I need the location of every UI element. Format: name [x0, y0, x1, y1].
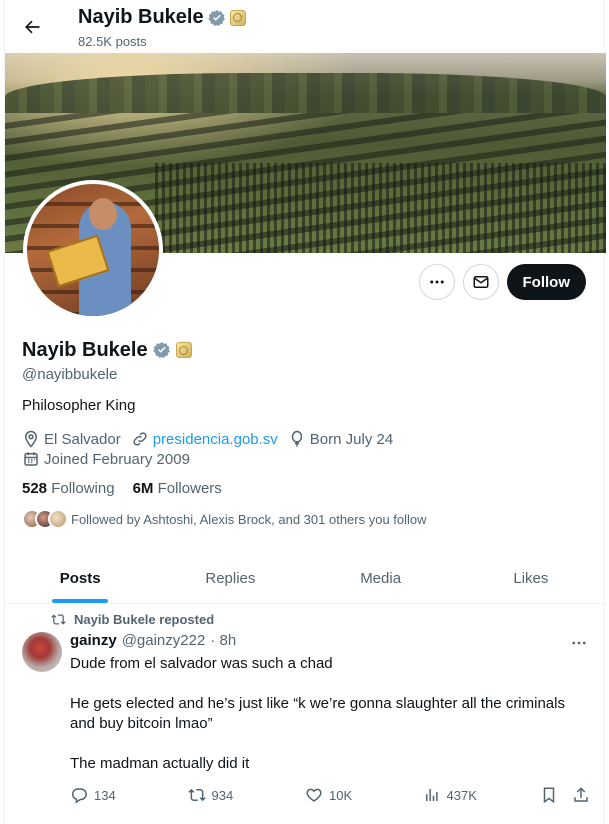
post-text-line: He gets elected and he’s just like “k we… [70, 695, 565, 732]
link-icon [133, 432, 147, 446]
post-header: gainzy @gainzy222 · 8h [70, 632, 236, 649]
reply-button[interactable]: 134 [70, 786, 188, 804]
more-button[interactable] [418, 264, 455, 300]
repost-label[interactable]: Nayib Bukele reposted [74, 612, 214, 627]
location-text: El Salvador [44, 430, 121, 448]
follow-counts: 528 Following 6M Followers [22, 480, 592, 497]
profile-info: Nayib Bukele @nayibbukele Philosopher Ki… [22, 336, 592, 529]
repost-count: 934 [211, 787, 234, 803]
post[interactable]: Nayib Bukele reposted gainzy @gainzy222 … [5, 604, 606, 824]
profile-tabs: Posts Replies Media Likes [5, 554, 606, 604]
post-text: Dude from el salvador was such a chad He… [70, 654, 590, 794]
post-author-handle[interactable]: @gainzy222 [122, 632, 206, 649]
website[interactable]: presidencia.gob.sv [131, 430, 278, 448]
post-time[interactable]: · 8h [210, 632, 236, 649]
follower-avatars [22, 509, 68, 529]
government-badge-icon[interactable] [175, 342, 192, 358]
profile-name-row: Nayib Bukele [22, 336, 592, 364]
profile-page: Nayib Bukele 82.5K posts Follow Nayib Bu… [4, 0, 606, 824]
analytics-icon [425, 789, 438, 801]
bookmark-icon[interactable] [540, 786, 558, 804]
verified-badge-icon[interactable] [152, 341, 171, 359]
back-button[interactable] [17, 12, 47, 42]
followed-by[interactable]: Followed by Ashtoshi, Alexis Brock, and … [22, 509, 592, 529]
tab-likes[interactable]: Likes [456, 554, 606, 603]
views-button[interactable]: 437K [423, 786, 541, 804]
birthday-text: Born July 24 [309, 430, 394, 448]
more-dots-icon [572, 641, 586, 645]
posts-count: 82.5K posts [78, 34, 147, 49]
calendar-icon [24, 452, 38, 466]
following-count: 528 [22, 480, 48, 497]
post-text-line: Dude from el salvador was such a chad [70, 655, 333, 672]
post-actions: 134 934 10K 437K [70, 786, 590, 804]
reply-icon [71, 788, 87, 804]
repost-indicator: Nayib Bukele reposted [51, 612, 214, 627]
header-title: Nayib Bukele [78, 6, 246, 29]
post-author-name[interactable]: gainzy [70, 632, 117, 649]
more-dots-icon [429, 280, 444, 284]
government-badge-icon [229, 9, 246, 26]
header-name: Nayib Bukele [78, 6, 204, 28]
view-count: 437K [446, 787, 477, 803]
follower-avatar [48, 509, 68, 529]
share-icon[interactable] [572, 786, 590, 804]
birthday: Born July 24 [288, 430, 393, 448]
back-arrow-icon [25, 20, 40, 34]
top-bar: Nayib Bukele 82.5K posts [5, 0, 606, 53]
balloon-icon [291, 430, 303, 447]
repost-icon [51, 614, 66, 625]
followed-by-text: Followed by Ashtoshi, Alexis Brock, and … [71, 511, 427, 527]
heart-icon [306, 788, 322, 802]
profile-handle: @nayibbukele [22, 366, 118, 383]
message-button[interactable] [462, 264, 499, 300]
like-button[interactable]: 10K [305, 786, 423, 804]
post-author-avatar[interactable] [22, 632, 62, 672]
tab-posts[interactable]: Posts [5, 554, 155, 603]
profile-name: Nayib Bukele [22, 338, 148, 361]
joined-text: Joined February 2009 [44, 450, 190, 468]
verified-badge-icon [207, 9, 225, 26]
following-label: Following [51, 480, 115, 497]
joined: Joined February 2009 [22, 450, 190, 468]
reply-count: 134 [94, 787, 116, 803]
profile-bio: Philosopher King [22, 397, 136, 414]
followers-count: 6M [132, 480, 154, 497]
location-pin-icon [24, 430, 38, 448]
website-link[interactable]: presidencia.gob.sv [153, 431, 278, 448]
profile-avatar[interactable] [23, 180, 163, 320]
followers-label: Followers [157, 480, 222, 497]
repost-button[interactable]: 934 [187, 786, 306, 804]
tab-media[interactable]: Media [306, 554, 456, 603]
location: El Salvador [22, 430, 121, 448]
follow-button[interactable]: Follow [506, 264, 586, 300]
envelope-icon [473, 276, 488, 288]
profile-actions: Follow [418, 264, 586, 300]
tab-replies[interactable]: Replies [155, 554, 305, 603]
following-link[interactable]: 528 Following [22, 480, 115, 497]
repost-icon [187, 788, 206, 802]
like-count: 10K [329, 787, 353, 803]
post-end-actions [540, 786, 590, 804]
followers-link[interactable]: 6M Followers [133, 480, 222, 497]
post-text-line: The madman actually did it [70, 755, 250, 772]
profile-meta: El Salvador presidencia.gob.sv Born July… [22, 430, 442, 468]
